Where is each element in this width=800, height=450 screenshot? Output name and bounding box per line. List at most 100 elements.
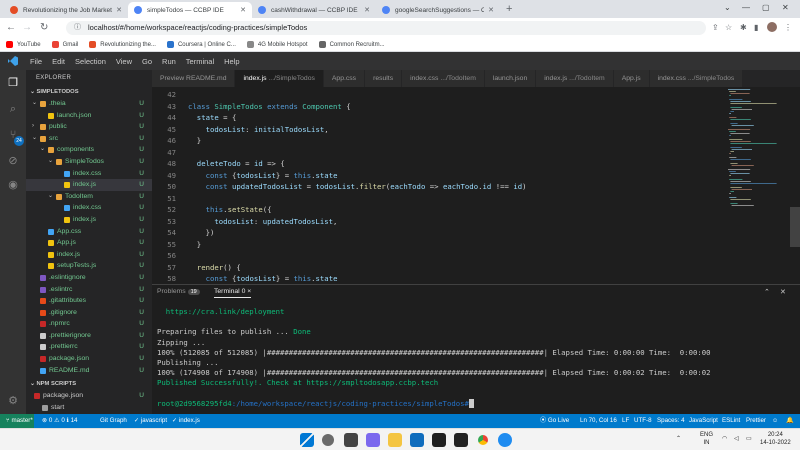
sidebar-icon[interactable]: ▮ — [754, 23, 758, 32]
editor-tab[interactable]: results — [365, 70, 403, 87]
extensions-icon[interactable]: ✱ — [740, 23, 747, 32]
cursor-position[interactable]: Ln 70, Col 16 — [580, 414, 617, 428]
lang-mode-status[interactable]: ✓ javascript — [134, 414, 167, 428]
clock[interactable]: 20:24 14-10-2022 — [760, 432, 791, 447]
folder-item[interactable]: ⌄ components U — [26, 144, 152, 156]
extensions-view-icon[interactable] — [6, 180, 20, 194]
file-item[interactable]: .eslintrc U — [26, 284, 152, 296]
reload-icon[interactable]: ↻ — [40, 22, 48, 34]
menu-item-view[interactable]: View — [116, 57, 132, 66]
file-item[interactable]: .eslintignore U — [26, 272, 152, 284]
forward-icon[interactable]: → — [22, 22, 32, 34]
menu-item-run[interactable]: Run — [162, 57, 176, 66]
editor-tab[interactable]: index.css .../TodoItem — [402, 70, 485, 87]
search-icon[interactable] — [322, 434, 334, 446]
minimize-icon[interactable]: — — [742, 3, 750, 12]
browser-tab[interactable]: cashWithdrawal — CCBP IDE ✕ — [252, 2, 376, 18]
editor-tab[interactable]: launch.json — [484, 70, 537, 87]
menu-item-go[interactable]: Go — [142, 57, 152, 66]
eslint-status[interactable]: ESLint — [722, 414, 740, 428]
editor-tab[interactable]: App.js — [613, 70, 650, 87]
bookmark-item[interactable]: Common Recruitm... — [318, 41, 385, 48]
editor-tab[interactable]: index.js .../TodoItem — [536, 70, 614, 87]
language-indicator[interactable]: ENG IN — [700, 432, 713, 447]
bookmark-item[interactable]: YouTube — [6, 41, 41, 48]
more-menu-icon[interactable]: ⋮ — [784, 23, 792, 32]
minimap[interactable] — [726, 87, 786, 207]
file-status[interactable]: ✓ index.js — [172, 414, 200, 428]
folder-item[interactable]: ⌄ TodoItem U — [26, 191, 152, 203]
encoding-status[interactable]: UTF-8 — [634, 414, 652, 428]
bookmark-item[interactable]: Coursera | Online C... — [166, 41, 236, 48]
file-item[interactable]: index.js U — [26, 214, 152, 226]
volume-icon[interactable]: ◁ — [734, 436, 739, 444]
battery-icon[interactable]: ▭ — [746, 436, 752, 444]
editor-tab[interactable]: App.css — [323, 70, 366, 87]
editor-tab[interactable]: index.css .../SimpleTodos — [649, 70, 744, 87]
close-tab-icon[interactable]: ✕ — [364, 6, 370, 14]
branch-status[interactable]: ⑂ master* — [6, 414, 33, 428]
close-tab-icon[interactable]: ✕ — [488, 6, 494, 14]
bookmark-item[interactable]: Gmail — [51, 41, 78, 48]
close-tab-icon[interactable]: ✕ — [240, 6, 246, 14]
folder-item[interactable]: ⌄ .theia U — [26, 98, 152, 110]
notifications-icon[interactable]: 🔔 — [786, 414, 794, 428]
editor-tab[interactable]: Preview README.md — [152, 70, 236, 87]
profile-avatar[interactable] — [767, 22, 777, 32]
file-item[interactable]: App.css U — [26, 226, 152, 238]
workspace-section-header[interactable]: ⌄ SIMPLETODOS — [26, 86, 152, 98]
menu-item-file[interactable]: File — [30, 57, 42, 66]
indentation-status[interactable]: Spaces: 4 — [657, 414, 685, 428]
chevron-down-icon[interactable]: ⌄ — [724, 3, 731, 12]
close-terminal-icon[interactable]: × — [247, 288, 251, 295]
file-item[interactable]: setupTests.js U — [26, 260, 152, 272]
folder-item[interactable]: ⌄ src U — [26, 133, 152, 145]
file-item[interactable]: launch.json U — [26, 110, 152, 122]
windows-start-icon[interactable] — [300, 433, 314, 447]
site-info-icon[interactable]: ⓘ — [74, 21, 81, 35]
scrollbar-thumb[interactable] — [790, 207, 800, 247]
browser-tab[interactable]: Revolutionizing the Job Market | ✕ — [4, 2, 128, 18]
share-icon[interactable]: ⇪ — [712, 23, 719, 32]
go-live-button[interactable]: ⦿ Go Live — [540, 414, 569, 428]
menu-item-help[interactable]: Help — [224, 57, 239, 66]
terminal-app-icon[interactable] — [454, 433, 468, 447]
npm-script-item[interactable]: package.json U — [26, 390, 152, 402]
close-window-icon[interactable]: ✕ — [782, 3, 789, 12]
file-item[interactable]: index.js U — [26, 179, 152, 191]
file-item[interactable]: index.js U — [26, 249, 152, 261]
language-status[interactable]: JavaScript — [689, 414, 718, 428]
explorer-icon[interactable]: ❐ — [6, 76, 20, 90]
file-item[interactable]: .npmrc U — [26, 318, 152, 330]
settings-gear-icon[interactable]: ⚙ — [6, 394, 20, 408]
search-icon[interactable]: ⌕ — [6, 102, 20, 116]
bookmark-item[interactable]: Revolutionizing the... — [89, 41, 156, 48]
eol-status[interactable]: LF — [622, 414, 629, 428]
file-item[interactable]: .prettierignore U — [26, 330, 152, 342]
folder-item[interactable]: ⌄ SimpleTodos U — [26, 156, 152, 168]
editor-scrollbar[interactable] — [790, 87, 800, 284]
feedback-icon[interactable]: ☺ — [772, 414, 778, 428]
git-graph-status[interactable]: Git Graph — [100, 414, 127, 428]
menu-item-selection[interactable]: Selection — [75, 57, 106, 66]
file-item[interactable]: index.css U — [26, 202, 152, 214]
chrome-icon[interactable] — [478, 435, 488, 445]
file-item[interactable]: .prettierrc U — [26, 341, 152, 353]
npm-scripts-header[interactable]: ⌄ NPM SCRIPTS — [26, 378, 152, 390]
terminal-tab[interactable]: Terminal 0 × — [214, 288, 252, 298]
folder-item[interactable]: › public U — [26, 121, 152, 133]
code-editor[interactable]: 42 43 class SimpleTodos extends Component … — [152, 87, 800, 284]
file-item[interactable]: README.md U — [26, 365, 152, 377]
wifi-icon[interactable]: ◠ — [722, 436, 727, 444]
file-item[interactable]: App.js U — [26, 237, 152, 249]
new-tab-button[interactable]: + — [506, 2, 512, 18]
browser-tab[interactable]: googleSearchSuggestions — CC ✕ — [376, 2, 500, 18]
file-explorer-icon[interactable] — [388, 433, 402, 447]
back-icon[interactable]: ← — [6, 22, 16, 34]
maximize-icon[interactable]: ▢ — [762, 3, 770, 12]
file-item[interactable]: .gitignore U — [26, 307, 152, 319]
address-bar[interactable]: ⓘ localhost/#/home/workspace/reactjs/cod… — [66, 21, 706, 35]
menu-item-edit[interactable]: Edit — [52, 57, 65, 66]
close-panel-icon[interactable]: ✕ — [780, 288, 786, 296]
close-tab-icon[interactable]: ✕ — [116, 6, 122, 14]
